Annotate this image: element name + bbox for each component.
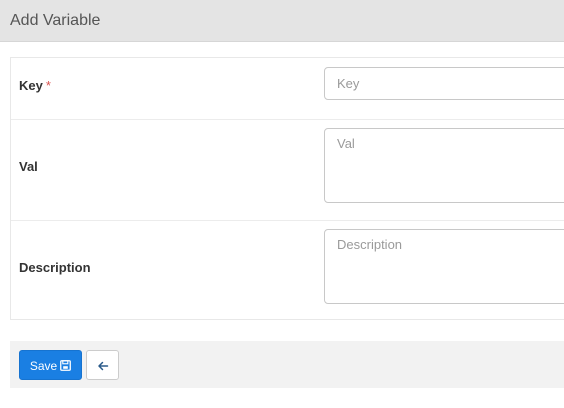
form-actions: Save [10,341,564,388]
val-label: Val [19,159,38,174]
save-button-label: Save [29,358,58,373]
form-row-val: Val [11,120,564,221]
save-button[interactable]: Save [19,350,82,380]
floppy-disk-icon [60,360,72,372]
add-variable-page: Add Variable Key* Val Description Save [0,0,564,408]
arrow-left-icon [98,361,109,371]
key-label: Key * [19,78,51,94]
val-textarea[interactable] [324,128,564,203]
form-row-key: Key * [11,58,564,120]
required-marker: * [45,78,51,93]
description-label: Description [19,260,91,275]
page-title: Add Variable [10,12,101,29]
key-input[interactable] [324,67,564,100]
description-textarea[interactable] [324,229,564,304]
form-row-description: Description [11,221,564,321]
page-header: Add Variable [0,0,564,42]
key-label-text: Key [19,78,43,93]
variable-form: Key* Val Description [10,57,564,320]
back-button[interactable] [86,350,119,380]
